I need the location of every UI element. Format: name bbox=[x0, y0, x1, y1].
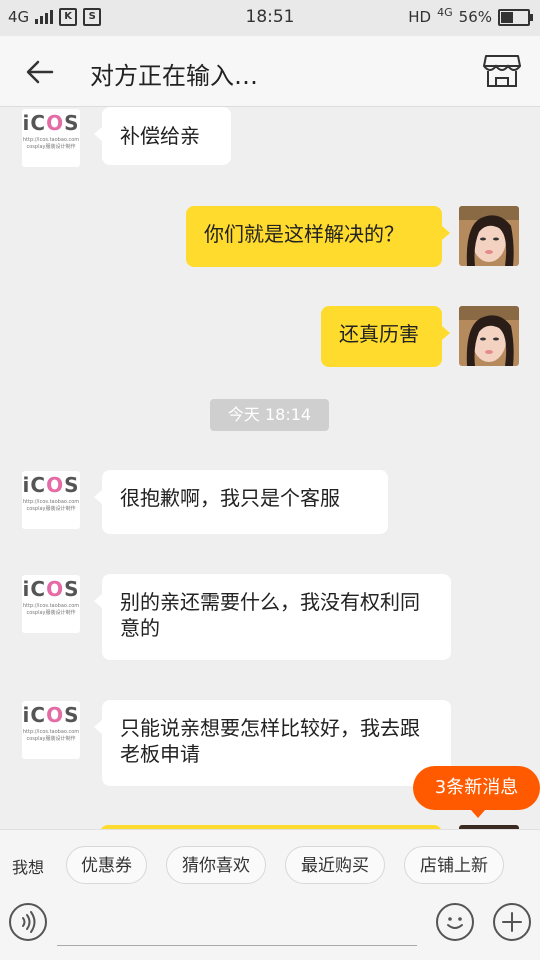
message-bubble[interactable]: 很抱歉啊，我只是个客服 bbox=[94, 470, 388, 534]
message-bubble[interactable]: 还真历害 bbox=[321, 306, 450, 367]
logo-subtext: http://icos.taobao.com cosplay服装设计制作 bbox=[22, 729, 80, 742]
message-bubble[interactable]: 只能说亲想要怎样比较好，我去跟老板申请 bbox=[94, 700, 451, 786]
battery-icon bbox=[498, 8, 533, 26]
logo-subtext: http://icos.taobao.com cosplay服装设计制作 bbox=[22, 499, 80, 512]
message-text: 补偿给亲 bbox=[120, 124, 200, 148]
chip-coupon[interactable]: 优惠券 bbox=[66, 846, 147, 884]
back-arrow-icon[interactable] bbox=[22, 54, 58, 90]
logo-wordmark: iCOS bbox=[22, 111, 80, 135]
message-text: 很抱歉啊，我只是个客服 bbox=[120, 486, 340, 510]
logo-wordmark: iCOS bbox=[22, 577, 80, 601]
status-bar: 4G K S 18:51 HD 4G 56% bbox=[0, 0, 540, 36]
time-divider: 今天 18:14 bbox=[210, 399, 329, 431]
chip-recommend[interactable]: 猜你喜欢 bbox=[166, 846, 266, 884]
network-right-label: 4G bbox=[437, 5, 453, 19]
battery-percent: 56% bbox=[458, 8, 492, 26]
user-avatar[interactable] bbox=[459, 206, 519, 266]
chip-new-arrivals[interactable]: 店铺上新 bbox=[404, 846, 504, 884]
chat-area[interactable]: iCOS http://icos.taobao.com cosplay服装设计制作… bbox=[0, 107, 540, 829]
input-bar bbox=[0, 893, 540, 960]
message-bubble[interactable]: 补偿给亲 bbox=[94, 107, 231, 165]
chip-recent-purchase[interactable]: 最近购买 bbox=[285, 846, 385, 884]
logo-wordmark: iCOS bbox=[22, 473, 80, 497]
shop-avatar[interactable]: iCOS http://icos.taobao.com cosplay服装设计制作 bbox=[22, 109, 80, 167]
plus-icon[interactable] bbox=[493, 903, 531, 941]
status-right: HD 4G 56% bbox=[408, 5, 533, 26]
emoji-icon[interactable] bbox=[436, 903, 474, 941]
shop-icon[interactable] bbox=[482, 52, 522, 90]
user-avatar[interactable] bbox=[459, 306, 519, 366]
user-photo bbox=[459, 306, 519, 366]
shop-avatar[interactable]: iCOS http://icos.taobao.com cosplay服装设计制作 bbox=[22, 575, 80, 633]
quick-label: 我想 bbox=[12, 858, 45, 877]
page-title: 对方正在输入… bbox=[90, 62, 258, 90]
message-text: 你们就是这样解决的？ bbox=[204, 222, 404, 246]
logo-subtext: http://icos.taobao.com cosplay服装设计制作 bbox=[22, 603, 80, 616]
shop-avatar[interactable]: iCOS http://icos.taobao.com cosplay服装设计制作 bbox=[22, 471, 80, 529]
message-bubble[interactable]: 你们就是这样解决的？ bbox=[186, 206, 450, 267]
message-bubble[interactable]: 别的亲还需要什么，我没有权利同意的 bbox=[94, 574, 451, 660]
logo-wordmark: iCOS bbox=[22, 703, 80, 727]
message-text: 别的亲还需要什么，我没有权利同意的 bbox=[120, 590, 420, 640]
quick-actions-bar: 我想 优惠券 猜你喜欢 最近购买 店铺上新 bbox=[0, 829, 540, 894]
message-input[interactable] bbox=[57, 945, 417, 946]
message-text: 还真历害 bbox=[339, 322, 419, 346]
shop-avatar[interactable]: iCOS http://icos.taobao.com cosplay服装设计制作 bbox=[22, 701, 80, 759]
message-text: 只能说亲想要怎样比较好，我去跟老板申请 bbox=[120, 716, 420, 766]
voice-icon[interactable] bbox=[9, 903, 47, 941]
hd-label: HD bbox=[408, 8, 432, 26]
chat-header: 对方正在输入… bbox=[0, 36, 540, 107]
new-messages-badge[interactable]: 3条新消息 bbox=[413, 766, 540, 818]
user-photo bbox=[459, 206, 519, 266]
logo-subtext: http://icos.taobao.com cosplay服装设计制作 bbox=[22, 137, 80, 150]
